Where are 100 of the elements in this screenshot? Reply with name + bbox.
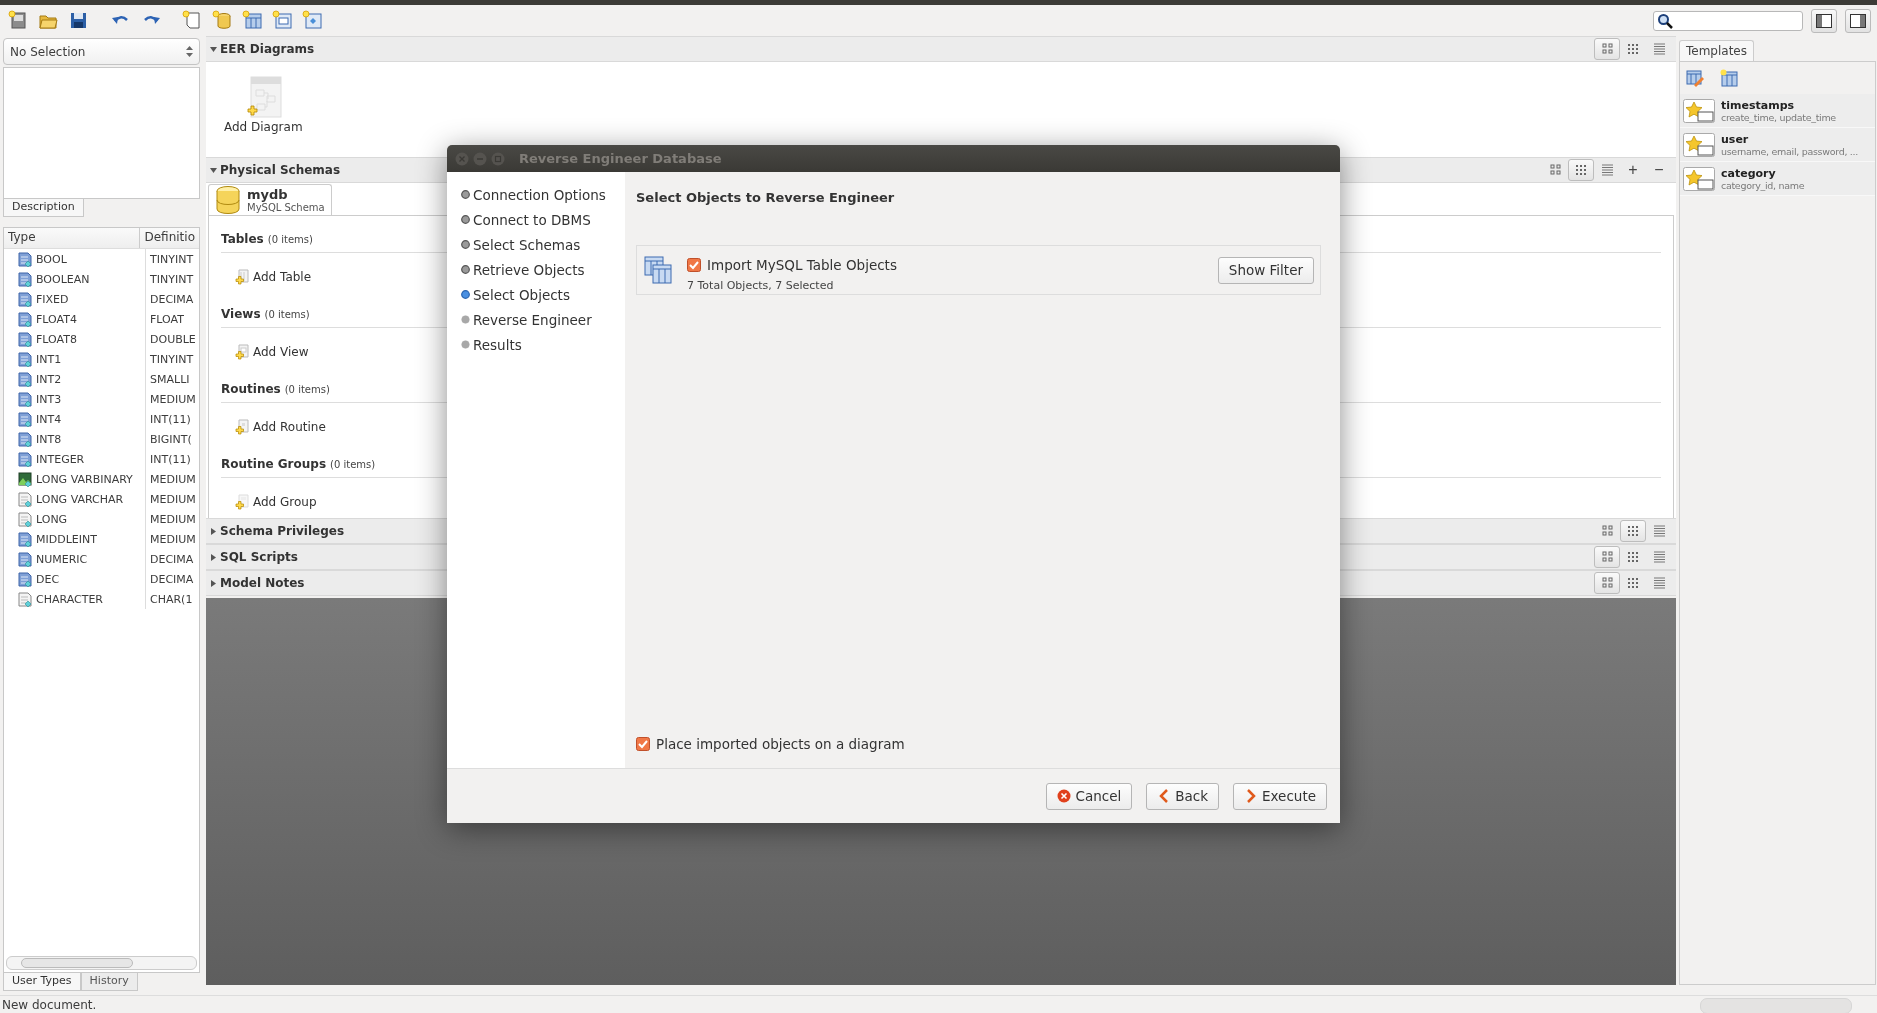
collapse-triangle-icon[interactable] — [210, 166, 217, 174]
section-action-button[interactable]: − — [1646, 159, 1672, 181]
add-object-icon — [235, 269, 250, 285]
checked-checkbox[interactable] — [636, 737, 650, 751]
image-type-icon — [18, 471, 32, 487]
collapse-triangle-icon[interactable] — [210, 45, 217, 53]
table-icon[interactable] — [242, 10, 264, 31]
panel-tab[interactable]: Description — [3, 199, 84, 217]
text-type-icon — [18, 591, 32, 607]
horizontal-scrollbar[interactable] — [1700, 998, 1852, 1013]
horizontal-scrollbar[interactable] — [6, 956, 197, 970]
column-header[interactable]: Definitio — [140, 228, 199, 248]
column-header[interactable]: Type — [4, 228, 141, 248]
panel-tab[interactable]: History — [80, 973, 138, 991]
add-object-button[interactable]: Add Routine — [235, 419, 326, 435]
view-mode-button[interactable] — [1594, 572, 1620, 594]
panel-tab[interactable]: User Types — [3, 973, 81, 991]
template-icon — [1683, 132, 1715, 157]
template-fields: category_id, name — [1721, 179, 1805, 191]
type-icon — [18, 331, 32, 347]
small-icons-view-icon — [1626, 576, 1640, 590]
search-field[interactable] — [1653, 10, 1803, 31]
view-mode-button[interactable] — [1594, 546, 1620, 568]
step-label: Connection Options — [473, 186, 606, 203]
add-object-button[interactable]: Add Group — [235, 494, 317, 510]
add-object-icon — [235, 344, 250, 360]
type-name: BOOL — [36, 252, 67, 266]
checkbox-label: Import MySQL Table Objects — [707, 256, 897, 273]
section-action-button[interactable]: + — [1620, 159, 1646, 181]
object-count: 7 Total Objects, 7 Selected — [687, 278, 835, 292]
small-icons-view-icon — [1626, 550, 1640, 564]
small-icons-view-icon — [1626, 524, 1640, 538]
chevron-right-icon — [1244, 789, 1258, 803]
template-name: timestamps — [1721, 98, 1796, 112]
view-icon[interactable] — [272, 10, 294, 31]
selection-dropdown[interactable]: No Selection — [3, 38, 200, 65]
next-button[interactable]: Execute — [1233, 782, 1327, 810]
checked-checkbox[interactable] — [687, 257, 701, 272]
type-definition: FLOAT — [149, 312, 185, 326]
section-title: SQL Scripts — [220, 550, 298, 564]
type-definition: CHAR(1 — [149, 592, 194, 606]
expand-triangle-icon[interactable] — [210, 579, 217, 587]
database-icon[interactable] — [212, 10, 234, 31]
group-title: Views — [221, 307, 261, 321]
type-definition: MEDIUM — [149, 492, 197, 506]
panel-icon — [1850, 13, 1866, 28]
large-icons-view-icon — [1600, 550, 1614, 564]
step-label: Results — [473, 336, 522, 353]
item-count: (0 items) — [330, 459, 376, 470]
template-icon — [1683, 98, 1715, 123]
template-item[interactable]: user username, email, password, ... — [1680, 128, 1875, 162]
type-definition: DOUBLE — [149, 332, 197, 346]
type-definition: SMALLI — [149, 372, 191, 386]
list-view-icon — [1652, 550, 1666, 564]
text-type-icon — [18, 491, 32, 507]
back-button[interactable]: Back — [1146, 782, 1219, 810]
type-definition: DECIMA — [149, 572, 195, 586]
type-definition: DECIMA — [149, 292, 195, 306]
view-mode-button[interactable] — [1568, 159, 1594, 181]
type-definition: INT(11) — [149, 452, 192, 466]
type-icon — [18, 311, 32, 327]
view-mode-button[interactable] — [1594, 38, 1620, 60]
new-table-icon[interactable] — [1720, 69, 1738, 87]
step-label: Select Objects — [473, 286, 570, 303]
type-name: INT4 — [36, 412, 62, 426]
large-icons-view-icon — [1548, 163, 1562, 177]
spinner-arrows-icon — [186, 46, 193, 57]
template-fields: create_time, update_time — [1721, 111, 1836, 123]
schema-tab[interactable]: mydb MySQL Schema — [208, 184, 332, 215]
schema-name: mydb — [247, 187, 289, 202]
type-name: LONG VARBINARY — [36, 472, 133, 486]
list-view-icon — [1652, 524, 1666, 538]
panel-tab[interactable]: Templates — [1679, 40, 1754, 61]
large-icons-view-icon — [1600, 42, 1614, 56]
group-title: Routines — [221, 382, 281, 396]
type-name: CHARACTER — [36, 592, 103, 606]
type-icon — [18, 411, 32, 427]
view-mode-button[interactable] — [1620, 520, 1646, 542]
template-item[interactable]: category category_id, name — [1680, 162, 1875, 196]
type-definition: INT(11) — [149, 412, 192, 426]
edit-table-icon[interactable] — [1686, 69, 1704, 87]
type-name: FLOAT4 — [36, 312, 77, 326]
add-diagram-button[interactable]: Add Diagram — [224, 76, 303, 157]
schema-type: MySQL Schema — [247, 202, 325, 213]
add-object-button[interactable]: Add View — [235, 344, 309, 360]
show-filter-button[interactable]: Show Filter — [1217, 256, 1314, 284]
add-object-button[interactable]: Add Table — [235, 269, 312, 285]
type-name: INTEGER — [36, 452, 85, 466]
toggle-left-panel-button[interactable] — [1811, 8, 1837, 33]
toggle-right-panel-button[interactable] — [1845, 8, 1871, 33]
section-title: EER Diagrams — [220, 42, 315, 56]
expand-triangle-icon[interactable] — [210, 553, 217, 561]
cancel-button[interactable]: Cancel — [1046, 782, 1133, 810]
type-icon — [18, 431, 32, 447]
type-name: DEC — [36, 572, 60, 586]
expand-triangle-icon[interactable] — [210, 527, 217, 535]
template-item[interactable]: timestamps create_time, update_time — [1680, 94, 1875, 128]
large-icons-view-icon — [1600, 576, 1614, 590]
dialog-heading: Select Objects to Reverse Engineer — [636, 190, 896, 205]
routine-icon[interactable] — [302, 10, 324, 31]
